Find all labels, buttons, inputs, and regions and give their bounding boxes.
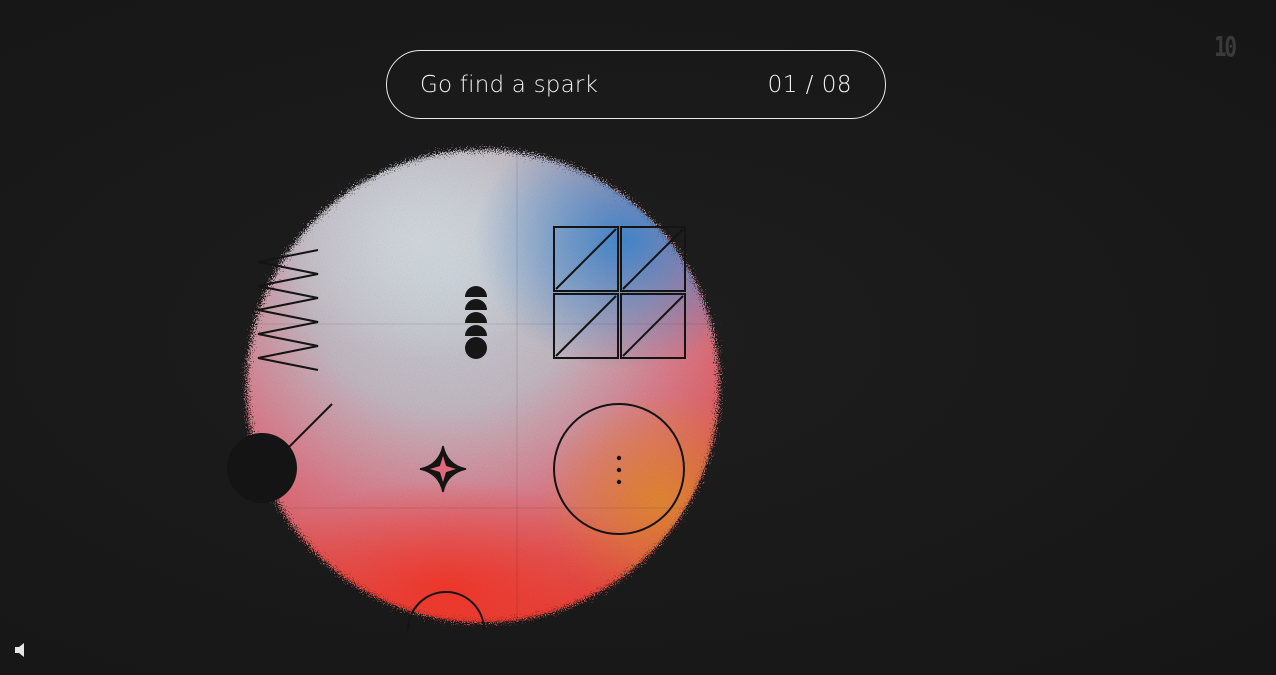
app-stage: Go find a spark 01 / 08 10 bbox=[0, 0, 1276, 675]
progress-counter: 01 / 08 bbox=[767, 71, 852, 98]
prompt-pill[interactable]: Go find a spark 01 / 08 bbox=[386, 50, 886, 119]
speaker-icon[interactable] bbox=[12, 640, 32, 660]
brand-logo[interactable]: 10 bbox=[1214, 30, 1237, 64]
prompt-title: Go find a spark bbox=[420, 71, 599, 98]
stacked-discs-shape bbox=[465, 286, 487, 359]
